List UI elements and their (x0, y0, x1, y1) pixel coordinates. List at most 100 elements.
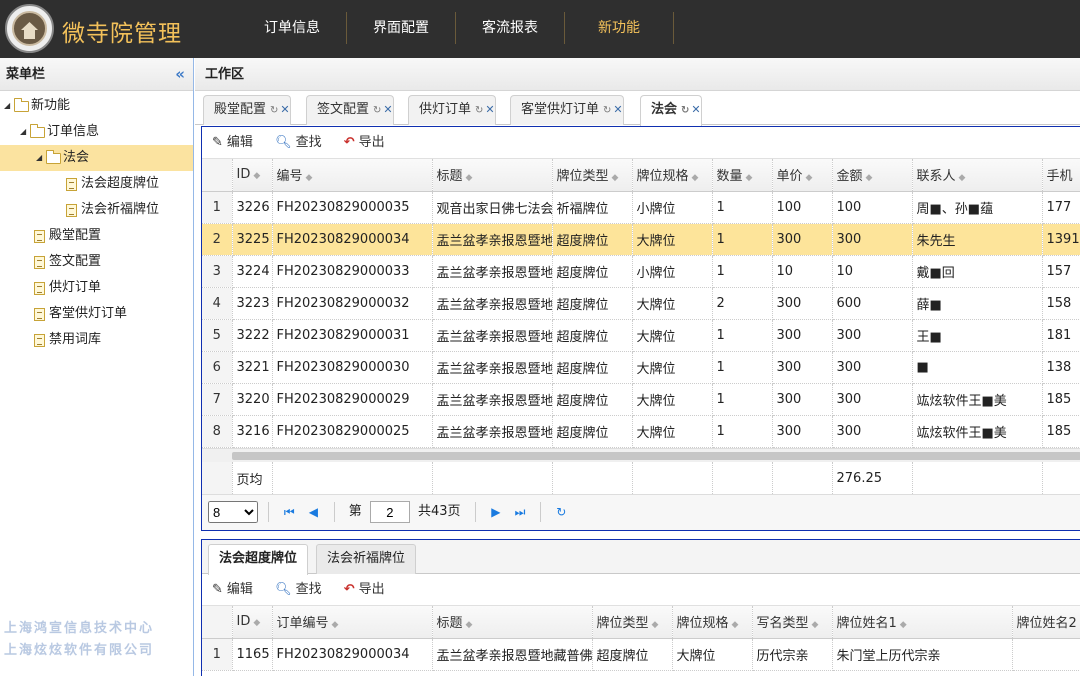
top-nav: 订单信息 界面配置 客流报表 新功能 (238, 12, 674, 44)
tree-node-order-info[interactable]: ◢ 订单信息 (0, 119, 193, 145)
sidebar-title: 菜单栏 (6, 67, 46, 82)
tab-hall-config[interactable]: 殿堂配置 ↻ ✕ (203, 95, 291, 125)
column-header[interactable]: ID ◆ (232, 606, 273, 639)
table-row[interactable]: 33224FH20230829000033盂兰盆孝亲报恩暨地藏普佛超度牌位小牌位… (202, 255, 1080, 288)
expand-arrow-icon[interactable]: ◢ (20, 119, 30, 145)
nav-order-info[interactable]: 订单信息 (238, 12, 347, 44)
table-cell: 300 (832, 415, 913, 448)
column-header[interactable]: 牌位姓名2 (1012, 606, 1080, 639)
table-row[interactable]: 63221FH20230829000030盂兰盆孝亲报恩暨地藏普佛超度牌位大牌位… (202, 351, 1080, 384)
row-number: 3 (202, 255, 233, 288)
reload-icon[interactable]: ↻ (603, 105, 611, 116)
column-header[interactable]: 编号 ◆ (272, 159, 433, 192)
column-header[interactable]: 单价 ◆ (772, 159, 833, 192)
table-row[interactable]: 23225FH20230829000034盂兰盆孝亲报恩暨地藏普佛超度牌位大牌位… (202, 223, 1080, 256)
table-row[interactable]: 73220FH20230829000029盂兰盆孝亲报恩暨地藏普佛超度牌位大牌位… (202, 383, 1080, 416)
nav-new-features[interactable]: 新功能 (565, 12, 674, 44)
tablets-toolbar: ✎ 编辑 🔍︎ 查找 ↶ 导出 (202, 574, 1080, 606)
tablets-table: ID ◆ 订单编号 ◆ 标题 ◆ 牌位类型 ◆ 牌位规格 ◆ 写名类型 ◆ 牌位姓名1 ◆ 牌… (202, 606, 1080, 671)
column-header[interactable]: 牌位类型 ◆ (552, 159, 633, 192)
tab-lamp-orders[interactable]: 供灯订单 ↻ ✕ (408, 95, 496, 125)
expand-arrow-icon[interactable]: ◢ (36, 145, 46, 171)
page-label: 第 (348, 504, 362, 519)
last-page-icon[interactable]: ⏭ (510, 495, 530, 529)
expand-arrow-icon[interactable]: ◢ (4, 93, 14, 119)
next-page-icon[interactable]: ▶ (486, 495, 506, 529)
table-row[interactable]: 1 3226 FH20230829000035 观音出家日佛七法会 祈福牌位 小牌位 1 10… (202, 191, 1080, 224)
table-cell: 盂兰盆孝亲报恩暨地藏普佛 (432, 383, 553, 416)
horizontal-scrollbar[interactable] (202, 447, 1080, 462)
edit-button[interactable]: ✎ 编辑 (212, 127, 253, 159)
table-cell: 超度牌位 (552, 287, 633, 320)
file-icon (66, 203, 77, 217)
find-button[interactable]: 🔍︎ 查找 (275, 127, 322, 159)
collapse-icon[interactable]: « (175, 58, 185, 91)
refresh-icon[interactable]: ↻ (551, 495, 571, 529)
table-cell: 周■、孙■蕴 (912, 191, 1043, 224)
tree-node-deliverance-tablet[interactable]: 法会超度牌位 (0, 171, 193, 197)
column-header[interactable]: ID ◆ (232, 159, 273, 192)
tab-dharma-assembly[interactable]: 法会 ↻ ✕ (640, 95, 702, 126)
page-number-input[interactable] (369, 501, 410, 523)
table-cell: 300 (832, 351, 913, 384)
close-icon[interactable]: ✕ (280, 103, 289, 116)
close-icon[interactable]: ✕ (485, 103, 494, 116)
table-cell: 历代宗亲 (752, 638, 833, 671)
column-header[interactable]: 标题 ◆ (432, 606, 593, 639)
menu-tree: ◢ 新功能 ◢ 订单信息 ◢ 法会 法会超度牌位 法会祈福牌位 殿堂配置 签文配置 供… (0, 91, 193, 353)
column-header[interactable]: 订单编号 ◆ (272, 606, 433, 639)
table-row[interactable]: 83216FH20230829000025盂兰盆孝亲报恩暨地藏普佛超度牌位大牌位… (202, 415, 1080, 448)
orders-table: ID ◆ 编号 ◆ 标题 ◆ 牌位类型 ◆ 牌位规格 ◆ 数量 ◆ 单价 ◆ 金额 ◆ 联系人 ◆… (202, 159, 1080, 448)
close-icon[interactable]: ✕ (383, 103, 392, 116)
column-header[interactable]: 数量 ◆ (712, 159, 773, 192)
nav-ui-config[interactable]: 界面配置 (347, 12, 456, 44)
tab-lot-config[interactable]: 签文配置 ↻ ✕ (306, 95, 394, 125)
column-header[interactable]: 牌位规格 ◆ (632, 159, 713, 192)
tree-node-guest-lamp-orders[interactable]: 客堂供灯订单 (0, 301, 193, 327)
sort-icon: ◆ (305, 173, 313, 184)
column-header[interactable]: 标题 ◆ (432, 159, 553, 192)
column-header[interactable]: 金额 ◆ (832, 159, 913, 192)
export-button[interactable]: ↶ 导出 (344, 574, 385, 606)
reload-icon[interactable]: ↻ (475, 105, 483, 116)
table-cell: 盂兰盆孝亲报恩暨地藏普佛 (432, 287, 553, 320)
page-size-select[interactable]: 8 (208, 501, 258, 523)
table-cell: 300 (772, 383, 833, 416)
first-page-icon[interactable]: ⏮ (279, 495, 299, 529)
search-icon: 🔍︎ (275, 582, 292, 597)
tab-blessing-tablet[interactable]: 法会祈福牌位 (316, 544, 417, 574)
tree-node-banned-words[interactable]: 禁用词库 (0, 327, 193, 353)
tab-guest-lamp-orders[interactable]: 客堂供灯订单 ↻ ✕ (510, 95, 624, 125)
prev-page-icon[interactable]: ◀ (303, 495, 323, 529)
reload-icon[interactable]: ↻ (681, 105, 689, 116)
table-row[interactable]: 43223FH20230829000032盂兰盆孝亲报恩暨地藏普佛超度牌位大牌位… (202, 287, 1080, 320)
tree-node-hall-config[interactable]: 殿堂配置 (0, 223, 193, 249)
column-header[interactable]: 手机 (1042, 159, 1080, 192)
column-header[interactable]: 牌位类型 ◆ (592, 606, 673, 639)
tree-node-dharma-assembly[interactable]: ◢ 法会 (0, 145, 193, 171)
table-row[interactable]: 1 1165 FH20230829000034 盂兰盆孝亲报恩暨地藏普佛 超度牌位 大牌位… (202, 638, 1080, 671)
tree-node-lamp-orders[interactable]: 供灯订单 (0, 275, 193, 301)
export-button[interactable]: ↶ 导出 (344, 127, 385, 159)
find-button[interactable]: 🔍︎ 查找 (275, 574, 322, 606)
tree-node-blessing-tablet[interactable]: 法会祈福牌位 (0, 197, 193, 223)
column-header[interactable]: 牌位规格 ◆ (672, 606, 753, 639)
tree-node-lot-config[interactable]: 签文配置 (0, 249, 193, 275)
tab-deliverance-tablet[interactable]: 法会超度牌位 (208, 544, 309, 575)
close-icon[interactable]: ✕ (613, 103, 622, 116)
table-cell: 177 (1042, 191, 1080, 224)
reload-icon[interactable]: ↻ (270, 105, 278, 116)
column-header[interactable]: 牌位姓名1 ◆ (832, 606, 1013, 639)
scrollbar-thumb[interactable] (232, 451, 1080, 460)
column-header[interactable]: 写名类型 ◆ (752, 606, 833, 639)
table-cell: 3224 (232, 255, 273, 288)
table-row[interactable]: 53222FH20230829000031盂兰盆孝亲报恩暨地藏普佛超度牌位大牌位… (202, 319, 1080, 352)
column-header[interactable]: 联系人 ◆ (912, 159, 1043, 192)
close-icon[interactable]: ✕ (691, 103, 700, 116)
tree-node-new-features[interactable]: ◢ 新功能 (0, 93, 193, 119)
table-cell: 大牌位 (632, 383, 713, 416)
nav-traffic-report[interactable]: 客流报表 (456, 12, 565, 44)
edit-button[interactable]: ✎ 编辑 (212, 574, 253, 606)
reload-icon[interactable]: ↻ (373, 105, 381, 116)
table-cell: 超度牌位 (552, 223, 633, 256)
